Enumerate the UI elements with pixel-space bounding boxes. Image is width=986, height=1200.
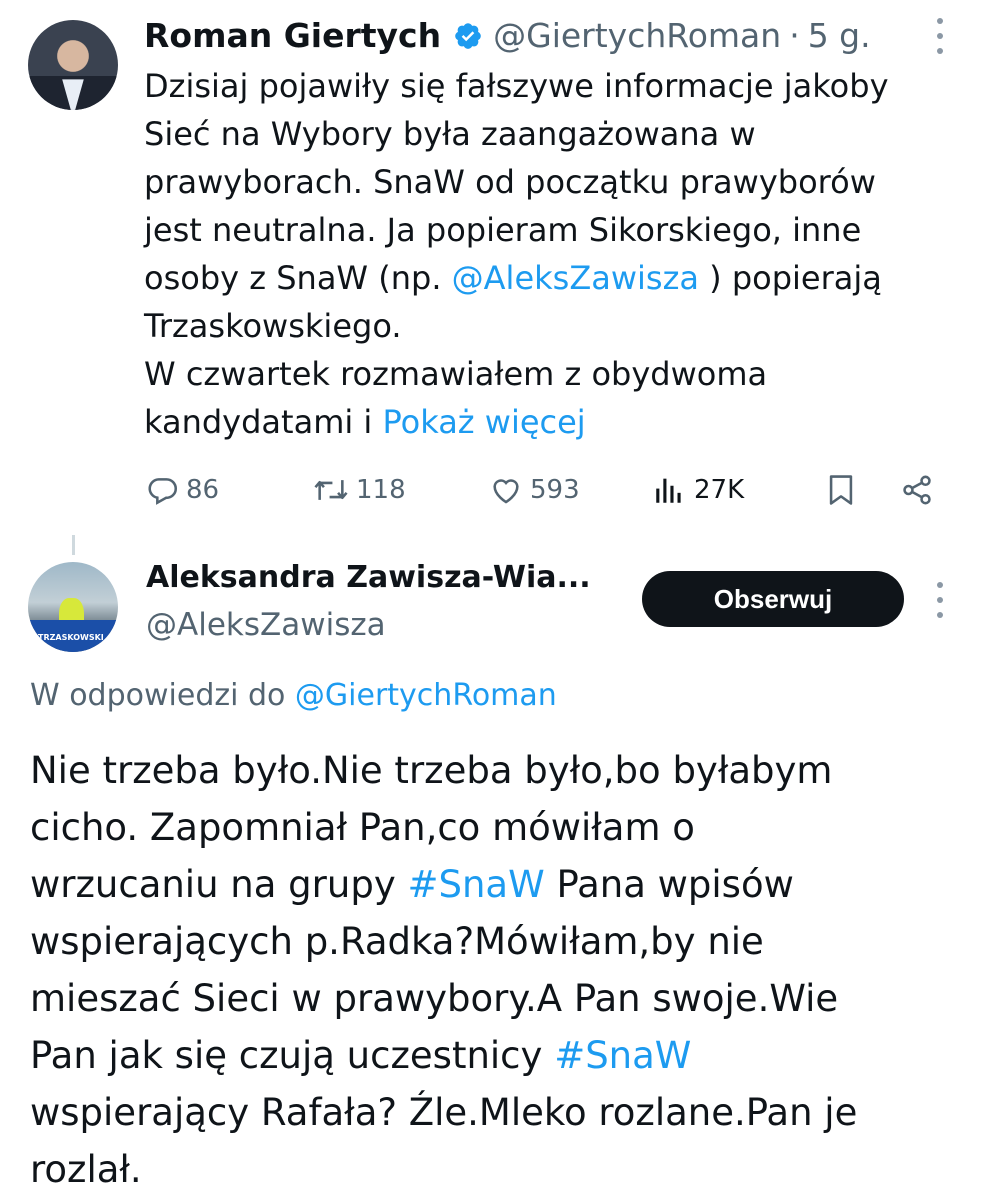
bookmark-button[interactable]: [826, 464, 856, 516]
thread-connector-line: [72, 535, 75, 555]
views-button[interactable]: 27K: [652, 464, 744, 516]
text-line: mieszać Sieci w prawybory.A Pan swoje.Wi…: [30, 970, 930, 1027]
views-icon: [652, 473, 686, 507]
avatar-aleksandra-zawisza[interactable]: TRZASKOWSKI: [28, 562, 118, 652]
avatar-roman-giertych[interactable]: [28, 20, 118, 110]
text-segment: Nie trzeba było.Nie trzeba było,bo byłab…: [30, 749, 833, 792]
text-segment: rozlał.: [30, 1148, 142, 1191]
text-segment: mieszać Sieci w prawybory.A Pan swoje.Wi…: [30, 977, 839, 1020]
like-button[interactable]: 593: [488, 464, 580, 516]
views-count: 27K: [694, 475, 745, 505]
text-line: wrzucaniu na grupy #SnaW Pana wpisów: [30, 856, 930, 913]
text-line: osoby z SnaW (np. @AleksZawisza ) popier…: [144, 254, 944, 302]
reply-handle-link[interactable]: @GiertychRoman: [295, 678, 557, 713]
text-line: wspierających p.Radka?Mówiłam,by nie: [30, 913, 930, 970]
author-name[interactable]: Aleksandra Zawisza-Wia...: [146, 560, 591, 595]
author-handle[interactable]: @GiertychRoman: [493, 16, 781, 55]
text-segment: prawyborach. SnaW od początku prawyborów: [144, 163, 876, 201]
author-name[interactable]: Roman Giertych: [144, 16, 441, 55]
text-line: cicho. Zapomniał Pan,co mówiłam o: [30, 799, 930, 856]
retweet-icon: [312, 473, 350, 507]
like-count: 593: [530, 475, 580, 505]
text-line: kandydatami i Pokaż więcej: [144, 398, 944, 446]
follow-button[interactable]: Obserwuj: [642, 571, 904, 627]
text-segment: Trzaskowskiego.: [144, 307, 402, 345]
reply-count: 86: [186, 475, 220, 505]
reply-icon: [146, 473, 180, 507]
reply-button[interactable]: 86: [146, 464, 219, 516]
reply-prefix: W odpowiedzi do: [30, 678, 295, 713]
text-segment: Pan jak się czują uczestnicy: [30, 1034, 555, 1077]
text-line: wspierający Rafała? Źle.Mleko rozlane.Pa…: [30, 1084, 930, 1141]
text-line: Dzisiaj pojawiły się fałszywe informacje…: [144, 62, 944, 110]
retweet-button[interactable]: 118: [312, 464, 406, 516]
text-line: prawyborach. SnaW od początku prawyborów: [144, 158, 944, 206]
share-button[interactable]: [900, 464, 934, 516]
text-segment: wspierających p.Radka?Mówiłam,by nie: [30, 920, 764, 963]
tweet1-text: Dzisiaj pojawiły się fałszywe informacje…: [144, 62, 944, 446]
show-more-link[interactable]: Pokaż więcej: [382, 403, 585, 441]
text-segment: wspierający Rafała? Źle.Mleko rozlane.Pa…: [30, 1091, 858, 1134]
text-line: W czwartek rozmawiałem z obydwoma: [144, 350, 944, 398]
mention-link[interactable]: @AleksZawisza: [452, 259, 699, 297]
text-segment: jest neutralna. Ja popieram Sikorskiego,…: [144, 211, 862, 249]
author-handle[interactable]: @AleksZawisza: [146, 607, 386, 643]
text-line: rozlał.: [30, 1141, 930, 1198]
bookmark-icon: [826, 473, 856, 507]
text-segment: wrzucaniu na grupy: [30, 863, 408, 906]
more-icon[interactable]: [932, 582, 948, 618]
verified-badge-icon: [453, 20, 483, 50]
retweet-count: 118: [356, 475, 406, 505]
text-segment: W czwartek rozmawiałem z obydwoma: [144, 355, 768, 393]
text-segment: kandydatami i: [144, 403, 383, 441]
like-icon: [488, 473, 524, 507]
more-icon[interactable]: [932, 18, 948, 54]
text-segment: Pana wpisów: [544, 863, 794, 906]
hashtag-link[interactable]: #SnaW: [407, 863, 544, 906]
text-line: Nie trzeba było.Nie trzeba było,bo byłab…: [30, 742, 930, 799]
share-icon: [900, 473, 934, 507]
text-segment: Sieć na Wybory była zaangażowana w: [144, 115, 756, 153]
text-line: jest neutralna. Ja popieram Sikorskiego,…: [144, 206, 944, 254]
tweet2-text: Nie trzeba było.Nie trzeba było,bo byłab…: [30, 742, 930, 1198]
dot-separator: ·: [789, 15, 800, 55]
tweet-time[interactable]: 5 g.: [808, 16, 871, 55]
text-segment: Dzisiaj pojawiły się fałszywe informacje…: [144, 67, 889, 105]
reply-context: W odpowiedzi do @GiertychRoman: [30, 678, 557, 713]
tweet1-header: Roman Giertych @GiertychRoman · 5 g.: [144, 12, 871, 58]
text-segment: osoby z SnaW (np.: [144, 259, 452, 297]
text-segment: cicho. Zapomniał Pan,co mówiłam o: [30, 806, 695, 849]
text-segment: ) popierają: [699, 259, 882, 297]
tweet1-actions: 86 118 593 27K: [140, 464, 940, 516]
hashtag-link[interactable]: #SnaW: [554, 1034, 691, 1077]
text-line: Trzaskowskiego.: [144, 302, 944, 350]
text-line: Sieć na Wybory była zaangażowana w: [144, 110, 944, 158]
text-line: Pan jak się czują uczestnicy #SnaW: [30, 1027, 930, 1084]
